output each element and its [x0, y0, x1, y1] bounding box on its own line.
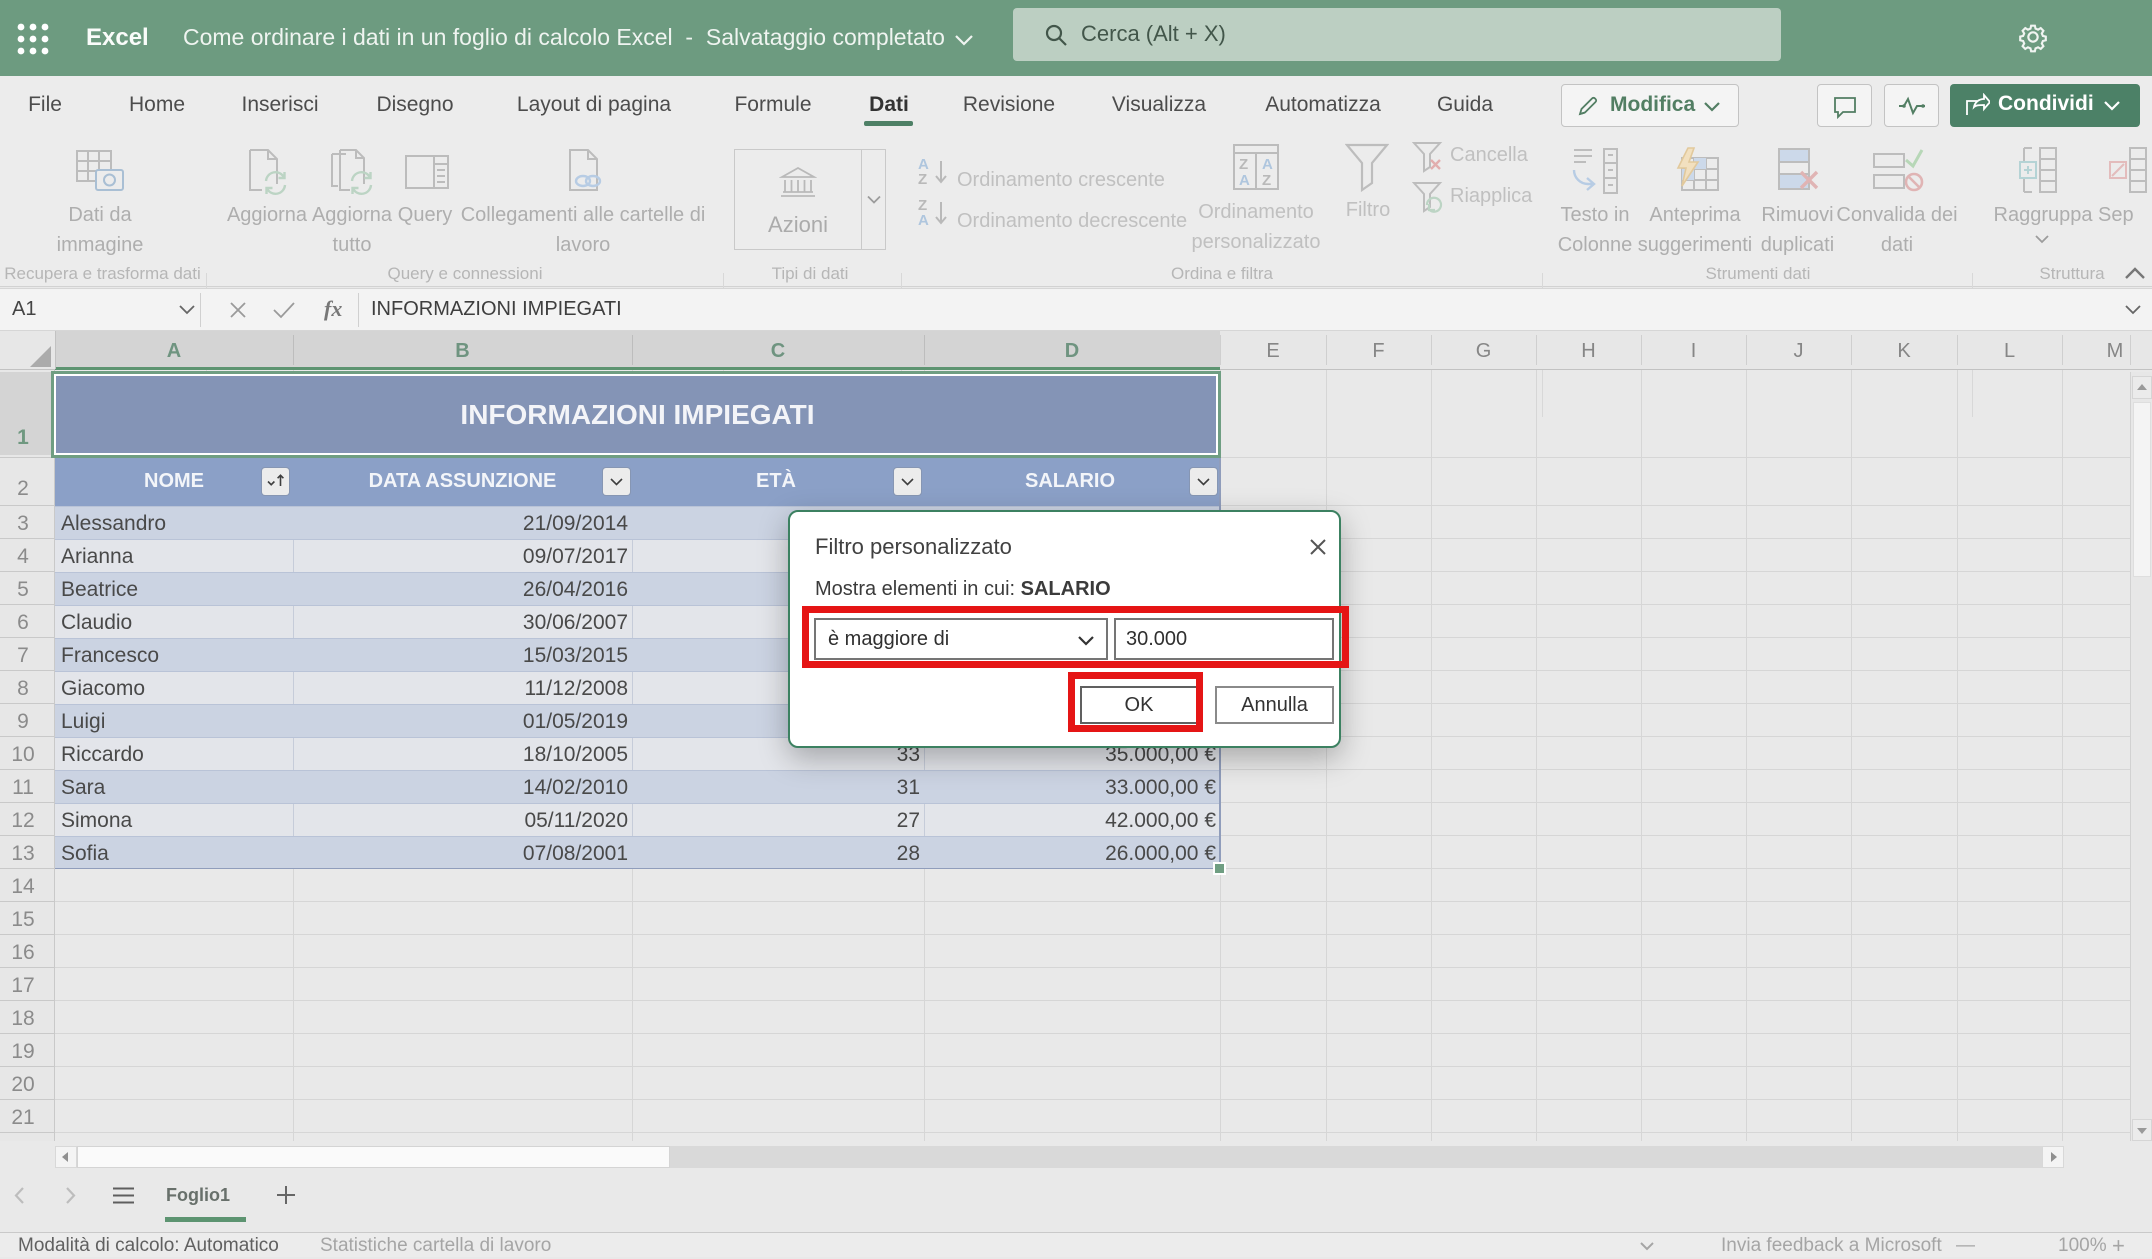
svg-text:Z: Z	[1262, 172, 1271, 189]
svg-text:A: A	[1262, 156, 1273, 173]
svg-text:A: A	[1239, 172, 1250, 189]
svg-text:Z: Z	[1239, 156, 1248, 173]
